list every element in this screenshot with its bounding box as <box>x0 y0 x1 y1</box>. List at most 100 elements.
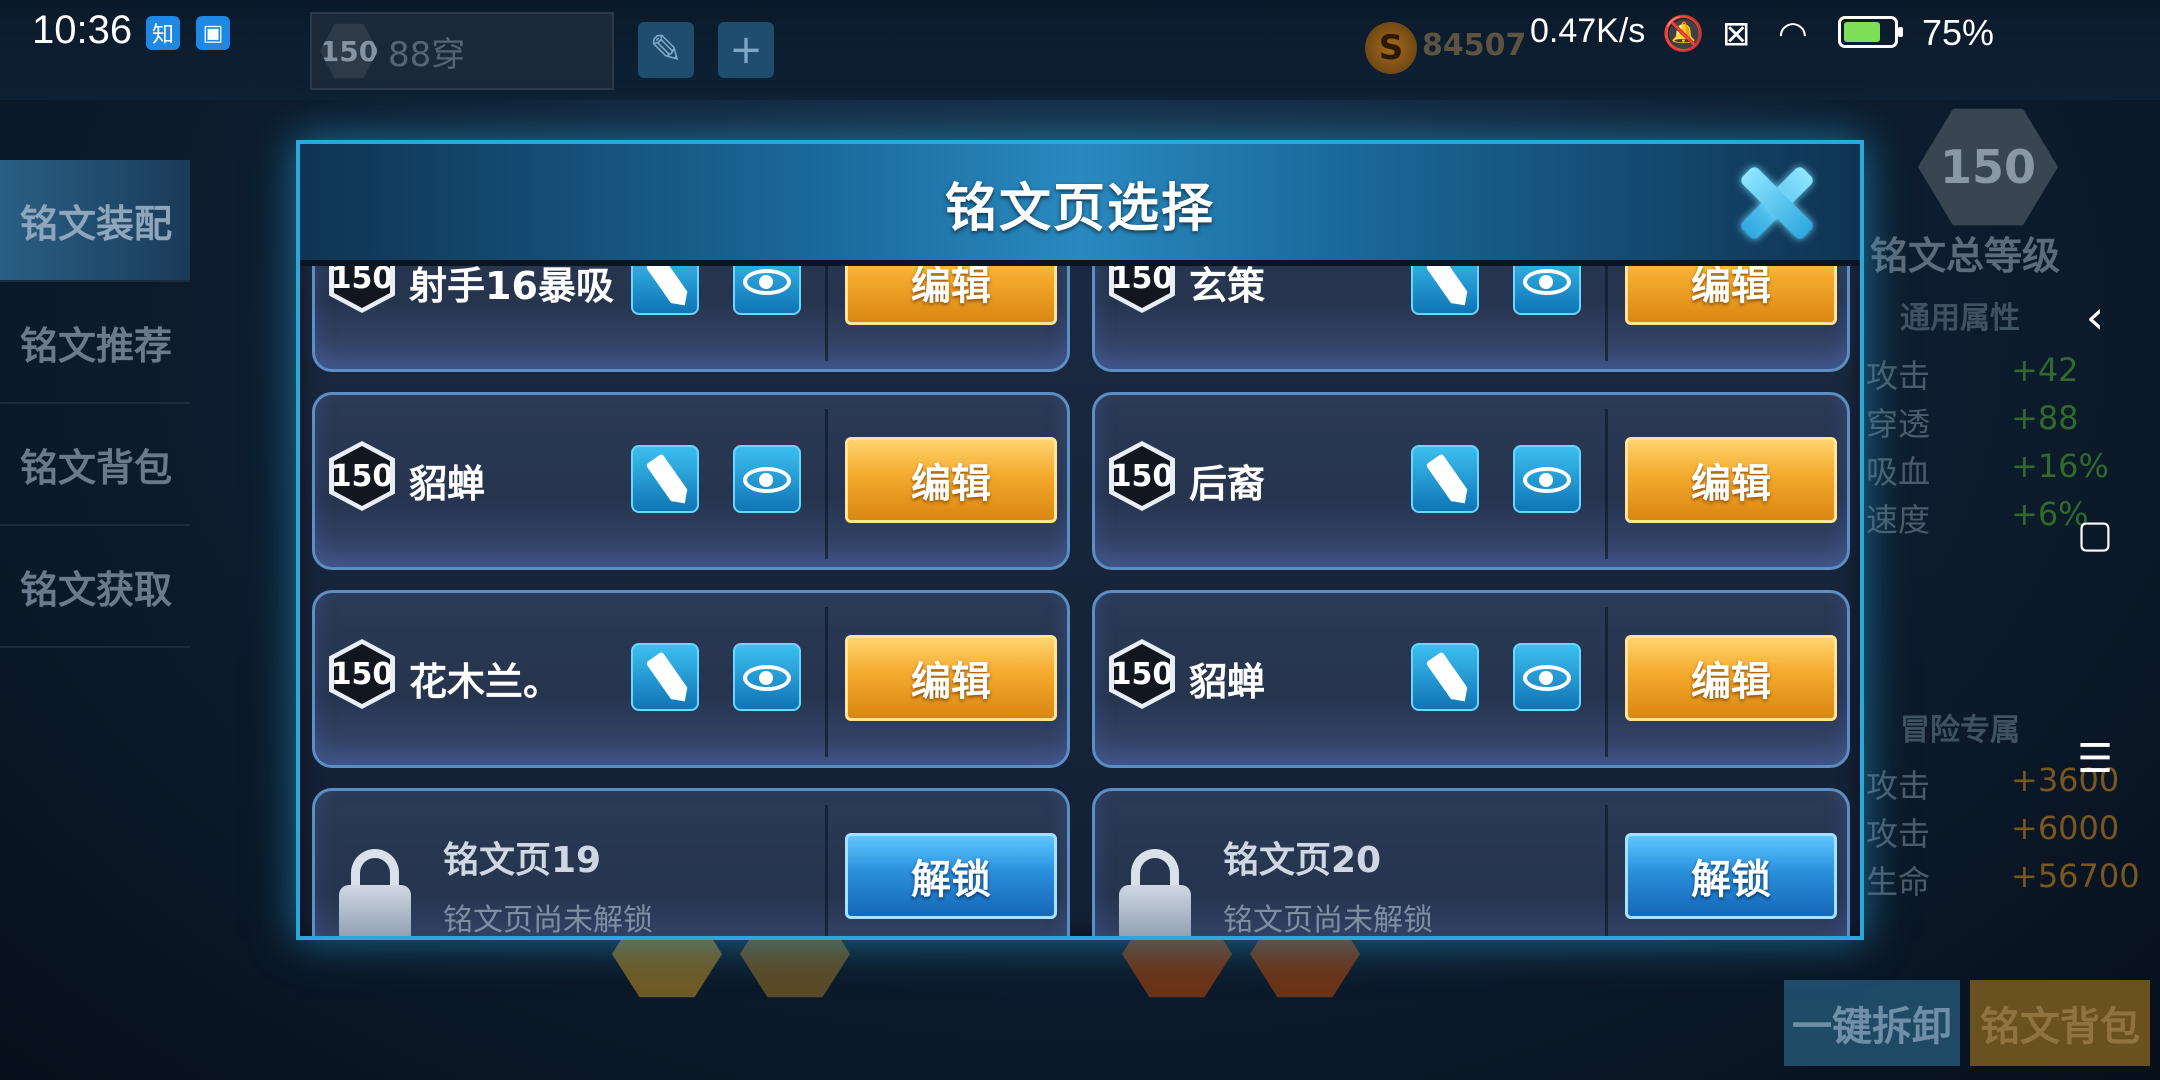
inscription-page-card: 150 射手16暴吸 编辑 <box>312 266 1070 372</box>
mute-bell-icon: 🔕 <box>1662 14 1705 54</box>
inscription-page-card: 150 貂蝉 编辑 <box>1092 590 1850 768</box>
page-level: 150 <box>1114 644 1170 704</box>
locked-page-name: 铭文页19 <box>443 840 602 881</box>
lock-icon <box>337 849 413 936</box>
battery-icon <box>1838 16 1903 48</box>
back-nav-icon[interactable]: ‹ <box>2070 290 2120 344</box>
page-level: 150 <box>1114 446 1170 506</box>
network-speed: 0.47K/s <box>1530 12 1646 50</box>
page-name: 花木兰。 <box>409 660 562 704</box>
divider <box>825 409 828 559</box>
page-level: 150 <box>1114 266 1170 308</box>
left-nav: 铭文装配 铭文推荐 铭文背包 铭文获取 <box>0 160 190 648</box>
rename-button[interactable] <box>1411 266 1479 315</box>
zhihu-notification-icon: 知 <box>146 16 180 50</box>
stat-value: +16% <box>2011 447 2109 485</box>
stat-label: 吸血 <box>1866 453 1931 491</box>
preview-button[interactable] <box>1513 266 1581 315</box>
preview-button[interactable] <box>1513 643 1581 711</box>
pencil-icon <box>1425 266 1469 305</box>
locked-page-card: 铭文页20 铭文页尚未解锁 解锁 <box>1092 788 1850 936</box>
page-name: 玄策 <box>1189 266 1266 308</box>
stat-value: +42 <box>2011 351 2079 389</box>
adventure-attributes-title: 冒险专属 <box>1900 713 2020 748</box>
eye-icon <box>1523 467 1571 493</box>
divider <box>1605 409 1608 559</box>
home-nav-icon[interactable]: ▢ <box>2070 512 2120 556</box>
locked-page-name: 铭文页20 <box>1223 840 1382 881</box>
rename-button[interactable] <box>631 643 699 711</box>
menu-nav-icon[interactable]: ☰ <box>2070 736 2120 782</box>
page-name: 貂蝉 <box>1189 660 1266 704</box>
edit-button[interactable]: 编辑 <box>1625 437 1837 523</box>
edit-button[interactable]: 编辑 <box>1625 635 1837 721</box>
dialog-body[interactable]: 150 射手16暴吸 编辑 150 玄策 编辑 150 貂蝉 编辑 150 后裔… <box>300 266 1860 936</box>
level-hex: 150 <box>1109 639 1175 709</box>
nav-inscription-bag[interactable]: 铭文背包 <box>0 404 190 526</box>
preview-button[interactable] <box>1513 445 1581 513</box>
total-level-title: 铭文总等级 <box>1870 234 2061 278</box>
inscription-page-card: 150 后裔 编辑 <box>1092 392 1850 570</box>
stat-value: +56700 <box>2011 857 2140 895</box>
battery-percent: 75% <box>1922 12 1995 53</box>
clock: 10:36 <box>32 8 133 52</box>
stat-value: +88 <box>2011 399 2079 437</box>
edit-button[interactable]: 编辑 <box>845 635 1057 721</box>
edit-button[interactable]: 编辑 <box>845 437 1057 523</box>
preview-button[interactable] <box>733 266 801 315</box>
eye-icon <box>743 665 791 691</box>
dialog-header: 铭文页选择 <box>300 144 1860 266</box>
wifi-icon: ◠ <box>1778 14 1808 54</box>
status-bar: 10:36 知 ▣ 0.47K/s 🔕 ⊠ ◠ 75% <box>0 0 2160 68</box>
inscription-bag-button[interactable]: 铭文背包 <box>1970 980 2150 1066</box>
rename-button[interactable] <box>631 445 699 513</box>
stat-label: 穿透 <box>1866 405 1931 443</box>
nav-inscription-recommend[interactable]: 铭文推荐 <box>0 282 190 404</box>
page-level: 150 <box>334 266 390 308</box>
page-name: 射手16暴吸 <box>409 266 614 308</box>
dialog-title: 铭文页选择 <box>944 179 1215 239</box>
nav-inscription-obtain[interactable]: 铭文获取 <box>0 526 190 648</box>
stat-row: 攻击 +42 <box>1866 351 2146 397</box>
level-hex: 150 <box>1109 441 1175 511</box>
general-attributes-title: 通用属性 <box>1900 301 2020 336</box>
rename-button[interactable] <box>1411 643 1479 711</box>
stat-value: +6000 <box>2011 809 2120 847</box>
pencil-icon <box>645 266 689 305</box>
locked-page-card: 铭文页19 铭文页尚未解锁 解锁 <box>312 788 1070 936</box>
rename-button[interactable] <box>1411 445 1479 513</box>
divider <box>1605 805 1608 936</box>
battery-fill <box>1844 22 1880 42</box>
level-hex: 150 <box>1109 266 1175 313</box>
edit-button[interactable]: 编辑 <box>1625 266 1837 325</box>
page-level: 150 <box>334 446 390 506</box>
preview-button[interactable] <box>733 643 801 711</box>
inscription-page-select-dialog: 铭文页选择 150 射手16暴吸 编辑 150 玄策 编辑 150 貂蝉 编辑 … <box>296 140 1864 940</box>
app-notification-icon: ▣ <box>196 16 230 50</box>
divider <box>1605 607 1608 757</box>
level-hex: 150 <box>329 639 395 709</box>
unlock-button[interactable]: 解锁 <box>1625 833 1837 919</box>
stat-label: 攻击 <box>1866 357 1931 395</box>
nav-inscription-equip[interactable]: 铭文装配 <box>0 160 190 282</box>
divider <box>1605 266 1608 361</box>
stat-row: 攻击 +6000 <box>1866 809 2146 855</box>
page-name: 后裔 <box>1189 462 1266 506</box>
unlock-button[interactable]: 解锁 <box>845 833 1057 919</box>
no-sim-icon: ⊠ <box>1722 14 1751 54</box>
edit-button[interactable]: 编辑 <box>845 266 1057 325</box>
close-icon[interactable] <box>1728 156 1820 248</box>
eye-icon <box>743 269 791 295</box>
one-click-unequip-button[interactable]: 一键拆卸 <box>1784 980 1960 1066</box>
inscription-page-card: 150 貂蝉 编辑 <box>312 392 1070 570</box>
divider <box>825 805 828 936</box>
inscription-page-card: 150 玄策 编辑 <box>1092 266 1850 372</box>
level-hex: 150 <box>329 441 395 511</box>
pencil-icon <box>645 453 689 503</box>
page-name: 貂蝉 <box>409 462 486 506</box>
stat-row: 吸血 +16% <box>1866 447 2146 493</box>
level-hex: 150 <box>329 266 395 313</box>
preview-button[interactable] <box>733 445 801 513</box>
rename-button[interactable] <box>631 266 699 315</box>
stat-label: 生命 <box>1866 863 1931 901</box>
